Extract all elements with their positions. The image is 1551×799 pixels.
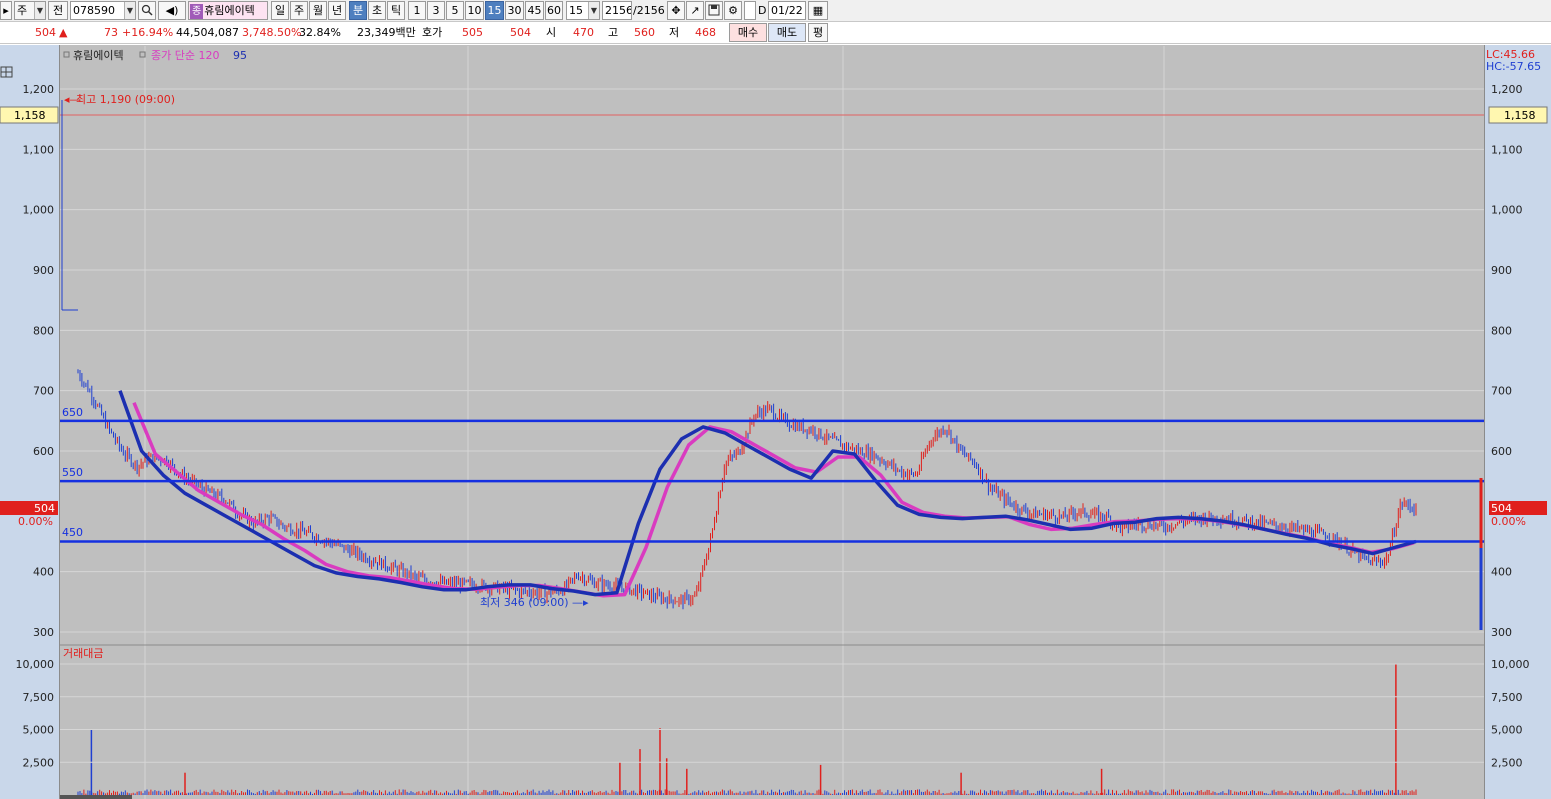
legend-box-icon <box>63 51 70 58</box>
right-tick-label: 800 <box>1491 324 1512 337</box>
left-tick-label: 1,100 <box>23 143 55 156</box>
left-tick-labels: 1,200 1,100 1,000 900 800 700 600 400 300 <box>23 83 55 639</box>
price-chart[interactable]: 650 550 450 휴림에이텍 종가 단순 120 95 ◂— 최고 1,1… <box>0 0 1551 799</box>
volume-right-tick: 5,000 <box>1491 724 1523 737</box>
volume-right-ticks: 10,000 7,500 5,000 2,500 <box>1491 658 1530 769</box>
left-tick-label: 300 <box>33 626 54 639</box>
right-tick-label: 700 <box>1491 385 1512 398</box>
vertical-gridlines <box>144 46 1165 799</box>
current-price-left: 504 <box>34 502 55 515</box>
left-tick-label: 800 <box>33 324 54 337</box>
level-label-650: 650 <box>62 406 83 419</box>
legend-box-icon <box>139 51 146 58</box>
level-label-450: 450 <box>62 526 83 539</box>
hc-label: HC:-57.65 <box>1486 60 1541 73</box>
volume-right-tick: 2,500 <box>1491 756 1523 769</box>
horizontal-gridlines <box>60 88 1484 633</box>
candles <box>77 369 1417 610</box>
volume-left-ticks: 10,000 7,500 5,000 2,500 <box>16 658 1484 769</box>
right-tick-label: 1,000 <box>1491 204 1523 217</box>
left-tick-label: 600 <box>33 445 54 458</box>
volume-title: 거래대금 <box>63 647 103 660</box>
left-tick-label: 900 <box>33 264 54 277</box>
right-tick-label: 900 <box>1491 264 1512 277</box>
current-price-right: 504 <box>1491 502 1512 515</box>
left-tick-label: 1,200 <box>23 83 55 96</box>
volume-left-tick: 10,000 <box>16 658 55 671</box>
legend-ma2: 95 <box>233 49 247 62</box>
volume-right-tick: 7,500 <box>1491 691 1523 704</box>
right-tick-label: 1,200 <box>1491 83 1523 96</box>
volume-left-tick: 2,500 <box>23 756 55 769</box>
right-tick-label: 300 <box>1491 626 1512 639</box>
right-tick-label: 400 <box>1491 566 1512 579</box>
ma95-line <box>132 402 1415 598</box>
right-tick-labels: 1,200 1,100 1,000 900 800 700 600 400 300 <box>1491 83 1523 639</box>
left-tick-label: 1,000 <box>23 204 55 217</box>
level-label-550: 550 <box>62 466 83 479</box>
left-tick-label: 400 <box>33 566 54 579</box>
volume-left-tick: 5,000 <box>23 724 55 737</box>
volume-right-tick: 10,000 <box>1491 658 1530 671</box>
legend-stock-name: 휴림에이텍 <box>73 49 124 62</box>
left-tick-label: 700 <box>33 385 54 398</box>
cursor-price-left: 1,158 <box>14 109 46 122</box>
scrollbar-thumb[interactable] <box>60 795 132 799</box>
current-pct-left: 0.00% <box>18 515 53 528</box>
cursor-price-right: 1,158 <box>1504 109 1536 122</box>
volume-left-tick: 7,500 <box>23 691 55 704</box>
low-annotation: 최저 346 (09:00) <box>480 596 569 609</box>
low-arrow-icon: —▸ <box>572 596 589 609</box>
high-annotation: 최고 1,190 (09:00) <box>76 93 175 106</box>
right-tick-label: 600 <box>1491 445 1512 458</box>
legend-ma: 종가 단순 120 <box>151 49 219 62</box>
current-pct-right: 0.00% <box>1491 515 1526 528</box>
right-tick-label: 1,100 <box>1491 143 1523 156</box>
